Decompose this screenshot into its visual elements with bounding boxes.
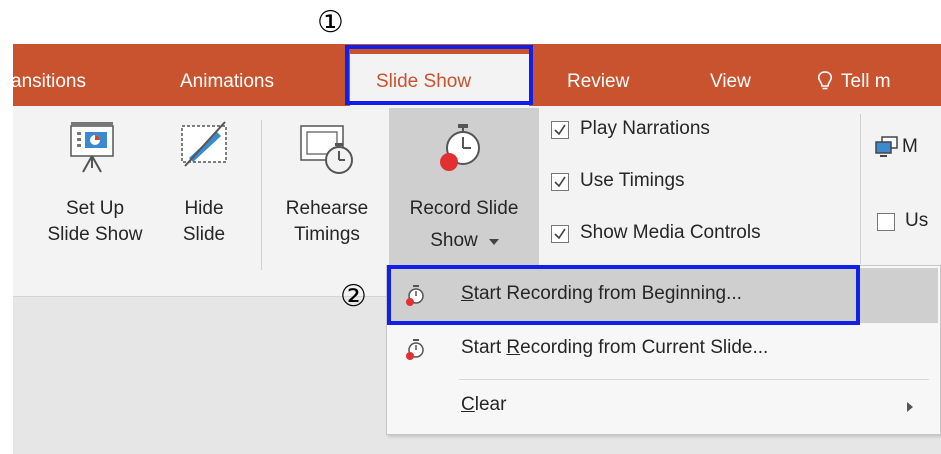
setup-slide-show-button[interactable]: Set Up Slide Show xyxy=(47,112,163,287)
tab-view[interactable]: View xyxy=(710,62,751,102)
checkmark-icon xyxy=(554,124,566,136)
chevron-right-icon xyxy=(907,402,913,412)
checkbox-box xyxy=(551,225,569,243)
callout-number-1: ① xyxy=(317,5,344,40)
monitor-icon xyxy=(875,136,898,157)
hide-slide-icon xyxy=(181,121,227,167)
hide-label-line1: Hide xyxy=(184,198,224,219)
checkbox-box xyxy=(877,213,895,231)
use-timings-checkbox[interactable]: Use Timings xyxy=(551,168,791,198)
checkbox-box xyxy=(551,121,569,139)
play-narrations-checkbox[interactable]: Play Narrations xyxy=(551,116,791,146)
setup-slide-show-icon xyxy=(70,122,114,173)
menu-item-label: Clear xyxy=(461,394,507,415)
tab-transitions[interactable]: ansitions xyxy=(13,62,86,102)
tell-me-search[interactable]: Tell m xyxy=(841,62,891,102)
lightbulb-icon xyxy=(817,71,833,90)
use-presenter-view-label: Us xyxy=(905,210,929,231)
show-media-controls-checkbox[interactable]: Show Media Controls xyxy=(551,220,851,250)
use-presenter-view-checkbox[interactable]: Us xyxy=(877,208,941,238)
rehearse-timings-icon xyxy=(300,125,353,174)
checkmark-icon xyxy=(554,228,566,240)
callout-box-start-from-beginning xyxy=(387,265,860,325)
setup-label-line1: Set Up xyxy=(65,198,125,219)
callout-number-2: ② xyxy=(340,279,367,314)
show-media-controls-label: Show Media Controls xyxy=(580,222,761,243)
hide-label-line2: Slide xyxy=(182,224,226,245)
tab-animations[interactable]: Animations xyxy=(180,62,274,102)
record-label-line2: Show xyxy=(430,230,478,251)
menu-item-label: Start Recording from Current Slide... xyxy=(461,337,769,358)
monitor-label: M xyxy=(902,136,918,157)
callout-box-slide-show xyxy=(345,45,533,105)
checkmark-icon xyxy=(554,176,566,188)
chevron-down-icon xyxy=(489,239,499,245)
tab-review[interactable]: Review xyxy=(567,62,629,102)
play-narrations-label: Play Narrations xyxy=(580,118,710,139)
rehearse-label-line2: Timings xyxy=(294,224,360,245)
record-label-line1: Record Slide xyxy=(409,198,519,219)
stopwatch-icon xyxy=(406,339,424,360)
menu-item-start-from-current[interactable]: Start Recording from Current Slide... xyxy=(389,324,938,376)
checkbox-box xyxy=(551,173,569,191)
menu-separator xyxy=(459,379,929,380)
record-stopwatch-icon xyxy=(440,124,480,171)
rehearse-label-line1: Rehearse xyxy=(285,198,369,219)
rehearse-timings-button[interactable]: Rehearse Timings xyxy=(267,112,387,287)
menu-item-clear[interactable]: Clear xyxy=(389,382,938,432)
ribbon-separator xyxy=(261,120,262,270)
hide-slide-button[interactable]: Hide Slide xyxy=(171,112,241,287)
ribbon-separator xyxy=(860,114,861,264)
use-timings-label: Use Timings xyxy=(580,170,685,191)
setup-label-line2: Slide Show xyxy=(47,224,143,245)
